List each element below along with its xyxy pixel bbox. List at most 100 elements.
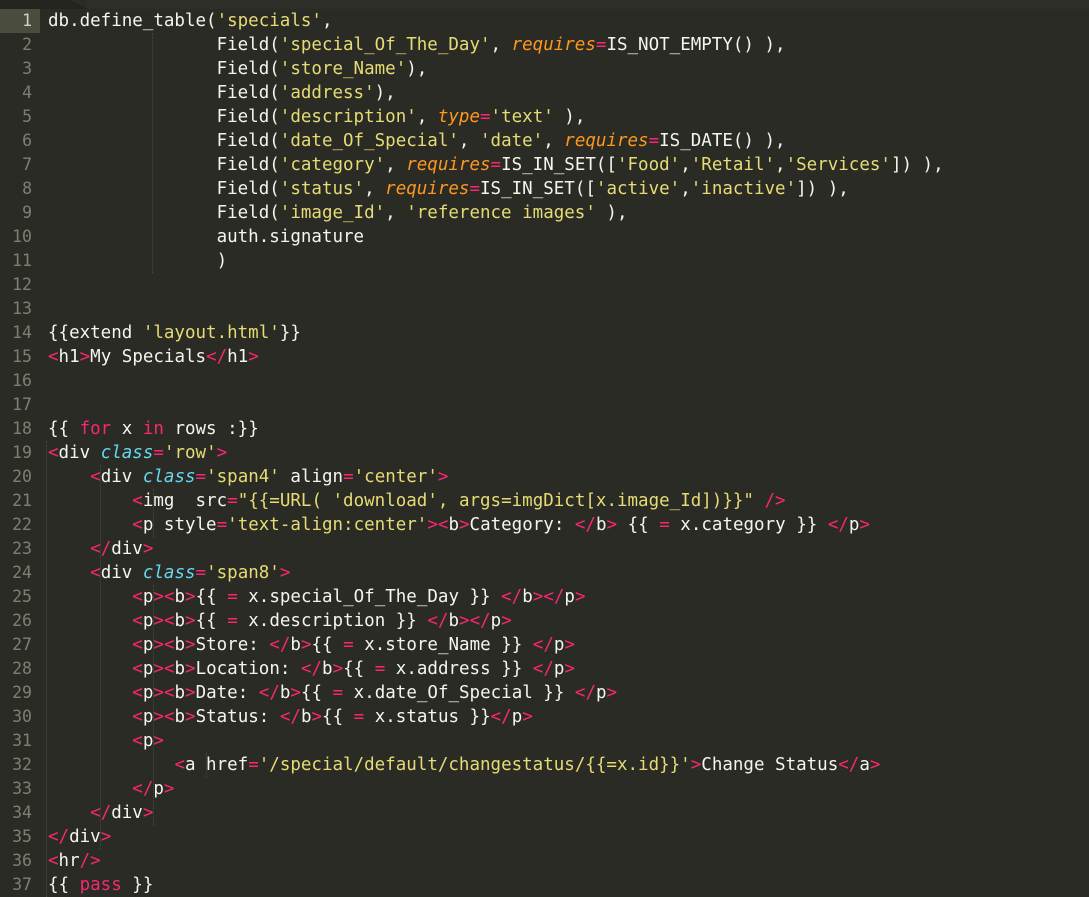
code-line[interactable]: 17 xyxy=(0,393,1089,417)
token-tag: /> xyxy=(79,851,101,871)
line-text[interactable] xyxy=(40,393,59,417)
line-text[interactable]: <img src="{{=URL( 'download', args=imgDi… xyxy=(40,489,785,513)
line-text[interactable]: {{extend 'layout.html'}} xyxy=(40,321,301,345)
token-white: p xyxy=(848,515,860,535)
token-plain: ), xyxy=(553,107,586,127)
code-line[interactable]: 2 Field('special_Of_The_Day', requires=I… xyxy=(0,33,1089,57)
code-line[interactable]: 26 <p><b>{{ = x.description }} </b></p> xyxy=(0,609,1089,633)
line-text[interactable]: Field('address'), xyxy=(40,81,396,105)
line-text[interactable]: </div> xyxy=(40,801,153,825)
token-tag: </ xyxy=(501,587,523,607)
token-cls: class xyxy=(142,563,196,583)
line-text[interactable]: Field('description', type='text' ), xyxy=(40,105,586,129)
code-line[interactable]: 24 <div class='span8'> xyxy=(0,561,1089,585)
token-tag: > xyxy=(290,683,301,703)
line-text[interactable]: <hr/> xyxy=(40,849,101,873)
code-line[interactable]: 25 <p><b>{{ = x.special_Of_The_Day }} </… xyxy=(0,585,1089,609)
line-text[interactable]: <p><b>Date: </b>{{ = x.date_Of_Special }… xyxy=(40,681,617,705)
line-text[interactable]: Field('category', requires=IS_IN_SET(['F… xyxy=(40,153,944,177)
line-text[interactable]: Field('store_Name'), xyxy=(40,57,428,81)
line-text[interactable]: Field('image_Id', 'reference images' ), xyxy=(40,201,628,225)
line-text[interactable]: <p><b>Store: </b>{{ = x.store_Name }} </… xyxy=(40,633,575,657)
token-str: 'Retail' xyxy=(690,155,776,175)
token-attr: type xyxy=(437,107,480,127)
token-tag: > xyxy=(185,683,196,703)
line-text[interactable]: <div class='row'> xyxy=(40,441,227,465)
code-line[interactable]: 22 <p style='text-align:center'><b>Categ… xyxy=(0,513,1089,537)
token-tag: > xyxy=(501,611,512,631)
line-text[interactable]: </div> xyxy=(40,537,153,561)
line-text[interactable]: <p><b>{{ = x.special_Of_The_Day }} </b><… xyxy=(40,585,585,609)
line-text[interactable]: <a href='/special/default/changestatus/{… xyxy=(40,753,880,777)
code-line[interactable]: 6 Field('date_Of_Special', 'date', requi… xyxy=(0,129,1089,153)
line-text[interactable]: Field('status', requires=IS_IN_SET(['act… xyxy=(40,177,849,201)
code-line[interactable]: 3 Field('store_Name'), xyxy=(0,57,1089,81)
token-tag: < xyxy=(132,683,143,703)
editor-tab-strip[interactable] xyxy=(0,0,1089,9)
code-line[interactable]: 8 Field('status', requires=IS_IN_SET(['a… xyxy=(0,177,1089,201)
token-white: {{ xyxy=(195,587,228,607)
token-tag: > xyxy=(437,467,449,487)
token-white: p xyxy=(142,587,154,607)
token-white xyxy=(48,683,132,703)
code-line[interactable]: 28 <p><b>Location: </b>{{ = x.address }}… xyxy=(0,657,1089,681)
line-text[interactable]: <p style='text-align:center'><b>Category… xyxy=(40,513,870,537)
code-line[interactable]: 11 ) xyxy=(0,249,1089,273)
code-line[interactable]: 29 <p><b>Date: </b>{{ = x.date_Of_Specia… xyxy=(0,681,1089,705)
code-line[interactable]: 10 auth.signature xyxy=(0,225,1089,249)
code-line[interactable]: 30 <p><b>Status: </b>{{ = x.status }}</p… xyxy=(0,705,1089,729)
code-line[interactable]: 4 Field('address'), xyxy=(0,81,1089,105)
code-line[interactable]: 12 xyxy=(0,273,1089,297)
line-text[interactable] xyxy=(40,369,59,393)
line-text[interactable]: db.define_table('specials', xyxy=(40,9,332,33)
code-lines[interactable]: 1 db.define_table('specials', 2 Field('spe… xyxy=(0,9,1089,897)
code-line[interactable]: 32 <a href='/special/default/changestatu… xyxy=(0,753,1089,777)
code-content-area[interactable]: 1 db.define_table('specials', 2 Field('spe… xyxy=(0,9,1089,897)
token-white: p xyxy=(553,635,565,655)
code-line[interactable]: 16 xyxy=(0,369,1089,393)
code-line[interactable]: 20 <div class='span4' align='center'> xyxy=(0,465,1089,489)
code-line[interactable]: 35 </div> xyxy=(0,825,1089,849)
code-line[interactable]: 13 xyxy=(0,297,1089,321)
line-text[interactable]: <div class='span8'> xyxy=(40,561,290,585)
line-text[interactable]: {{ for x in rows :}} xyxy=(40,417,259,441)
line-number: 28 xyxy=(12,659,32,678)
line-text[interactable]: {{ pass }} xyxy=(40,873,153,897)
active-file-tab[interactable] xyxy=(0,0,72,9)
line-text[interactable]: <p> xyxy=(40,729,164,753)
code-line[interactable]: 21 <img src="{{=URL( 'download', args=im… xyxy=(0,489,1089,513)
code-line[interactable]: 7 Field('category', requires=IS_IN_SET([… xyxy=(0,153,1089,177)
code-line[interactable]: 1 db.define_table('specials', xyxy=(0,9,1089,33)
line-text[interactable] xyxy=(40,297,59,321)
code-line[interactable]: 19 <div class='row'> xyxy=(0,441,1089,465)
line-text[interactable]: <p><b>Status: </b>{{ = x.status }}</p> xyxy=(40,705,533,729)
line-text[interactable]: auth.signature xyxy=(40,225,365,249)
line-text[interactable]: Field('date_Of_Special', 'date', require… xyxy=(40,129,786,153)
token-white: b xyxy=(174,611,186,631)
code-line[interactable]: 27 <p><b>Store: </b>{{ = x.store_Name }}… xyxy=(0,633,1089,657)
code-line[interactable]: 9 Field('image_Id', 'reference images' )… xyxy=(0,201,1089,225)
token-tag: </ xyxy=(300,659,323,679)
code-line[interactable]: 18 {{ for x in rows :}} xyxy=(0,417,1089,441)
line-text[interactable]: </p> xyxy=(40,777,174,801)
code-line[interactable]: 15 <h1>My Specials</h1> xyxy=(0,345,1089,369)
token-white: x.store_Name }} xyxy=(353,635,533,655)
code-line[interactable]: 14 {{extend 'layout.html'}} xyxy=(0,321,1089,345)
line-text[interactable]: </div> xyxy=(40,825,111,849)
line-text[interactable]: <p><b>Location: </b>{{ = x.address }} </… xyxy=(40,657,575,681)
line-text[interactable]: Field('special_Of_The_Day', requires=IS_… xyxy=(40,33,786,57)
line-text[interactable] xyxy=(40,273,59,297)
code-line[interactable]: 31 <p> xyxy=(0,729,1089,753)
code-line[interactable]: 37 {{ pass }} xyxy=(0,873,1089,897)
code-line[interactable]: 34 </div> xyxy=(0,801,1089,825)
line-text[interactable]: <h1>My Specials</h1> xyxy=(40,345,259,369)
code-line[interactable]: 5 Field('description', type='text' ), xyxy=(0,105,1089,129)
code-line[interactable]: 36 <hr/> xyxy=(0,849,1089,873)
code-line[interactable]: 23 </div> xyxy=(0,537,1089,561)
code-line[interactable]: 33 </p> xyxy=(0,777,1089,801)
token-tag: < xyxy=(48,443,59,463)
token-plain: IS_IN_SET([ xyxy=(501,155,617,175)
line-text[interactable]: <p><b>{{ = x.description }} </b></p> xyxy=(40,609,512,633)
line-text[interactable]: <div class='span4' align='center'> xyxy=(40,465,448,489)
line-text[interactable]: ) xyxy=(40,249,228,273)
